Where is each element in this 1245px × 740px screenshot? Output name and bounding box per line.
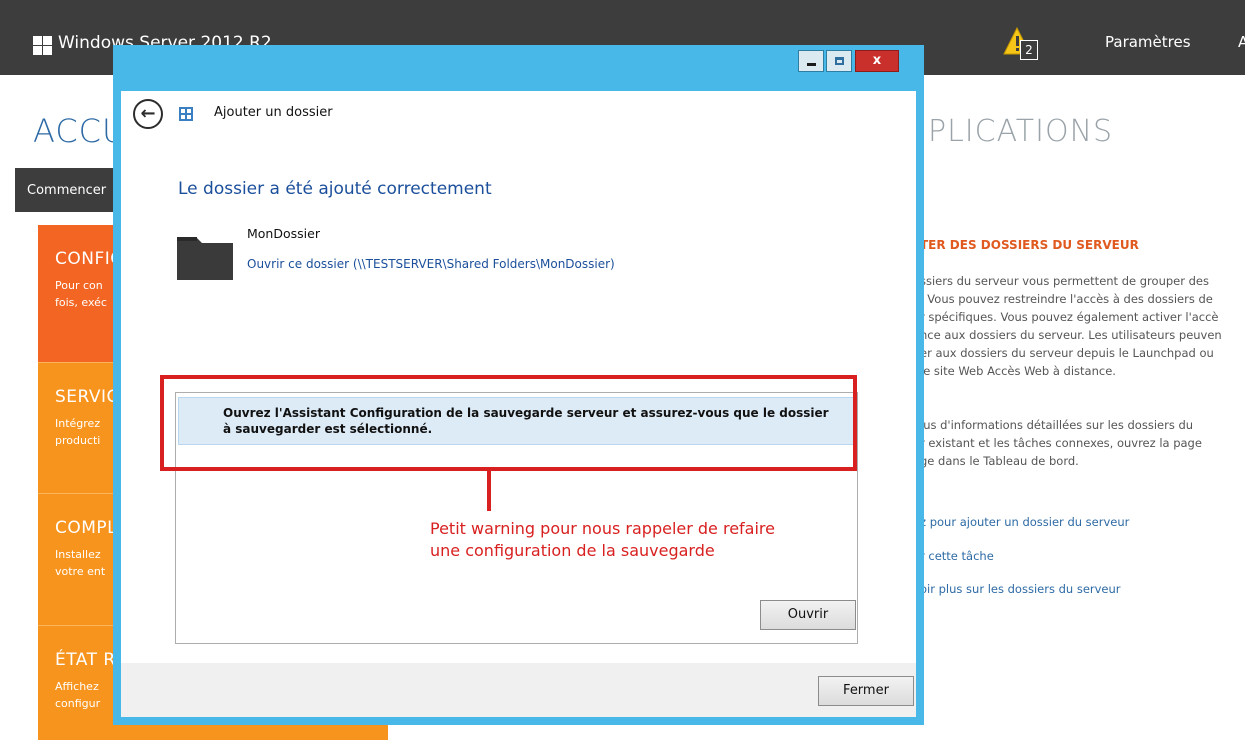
folder-icon	[177, 237, 233, 280]
annotation-highlight-box	[160, 375, 857, 471]
server-folders-info: lus d'informations détaillées sur les do…	[920, 418, 1202, 468]
tab-start[interactable]: Commencer	[15, 168, 125, 212]
add-server-folder-link[interactable]: z pour ajouter un dossier du serveur	[920, 515, 1129, 529]
settings-link[interactable]: Paramètres	[1105, 33, 1191, 51]
minimize-icon	[807, 63, 816, 66]
alert-count-badge[interactable]: 2	[1020, 40, 1038, 60]
open-button[interactable]: Ouvrir	[760, 600, 856, 630]
annotation-pointer-line	[487, 471, 491, 511]
back-button[interactable]: ←	[133, 99, 163, 129]
folder-name: MonDossier	[247, 226, 320, 241]
server-folders-heading: TER DES DOSSIERS DU SERVEUR	[920, 238, 1139, 252]
dialog-header: ← Ajouter un dossier	[121, 91, 916, 139]
success-heading: Le dossier a été ajouté correctement	[178, 179, 492, 199]
applications-title: PLICATIONS	[928, 114, 1114, 149]
windows-logo-icon	[33, 36, 53, 56]
close-window-button[interactable]: x	[855, 50, 899, 72]
dialog-title: Ajouter un dossier	[214, 105, 333, 120]
app-grid-icon	[179, 107, 193, 121]
minimize-button[interactable]	[798, 50, 824, 72]
task-link[interactable]: r cette tâche	[920, 549, 994, 563]
topbar-more-link[interactable]: A	[1238, 33, 1245, 51]
open-folder-link[interactable]: Ouvrir ce dossier (\\TESTSERVER\Shared F…	[247, 257, 615, 271]
desktop: Windows Server 2012 R2 2 Paramètres A AC…	[0, 0, 1245, 740]
close-button[interactable]: Fermer	[818, 676, 914, 706]
server-folders-description: ssiers du serveur vous permettent de gro…	[920, 274, 1222, 378]
learn-more-link[interactable]: oir plus sur les dossiers du serveur	[920, 582, 1121, 596]
maximize-button[interactable]	[826, 50, 852, 72]
dialog-footer: Fermer	[121, 663, 916, 717]
annotation-text: Petit warning pour nous rappeler de refa…	[430, 519, 775, 560]
maximize-icon	[835, 57, 844, 65]
